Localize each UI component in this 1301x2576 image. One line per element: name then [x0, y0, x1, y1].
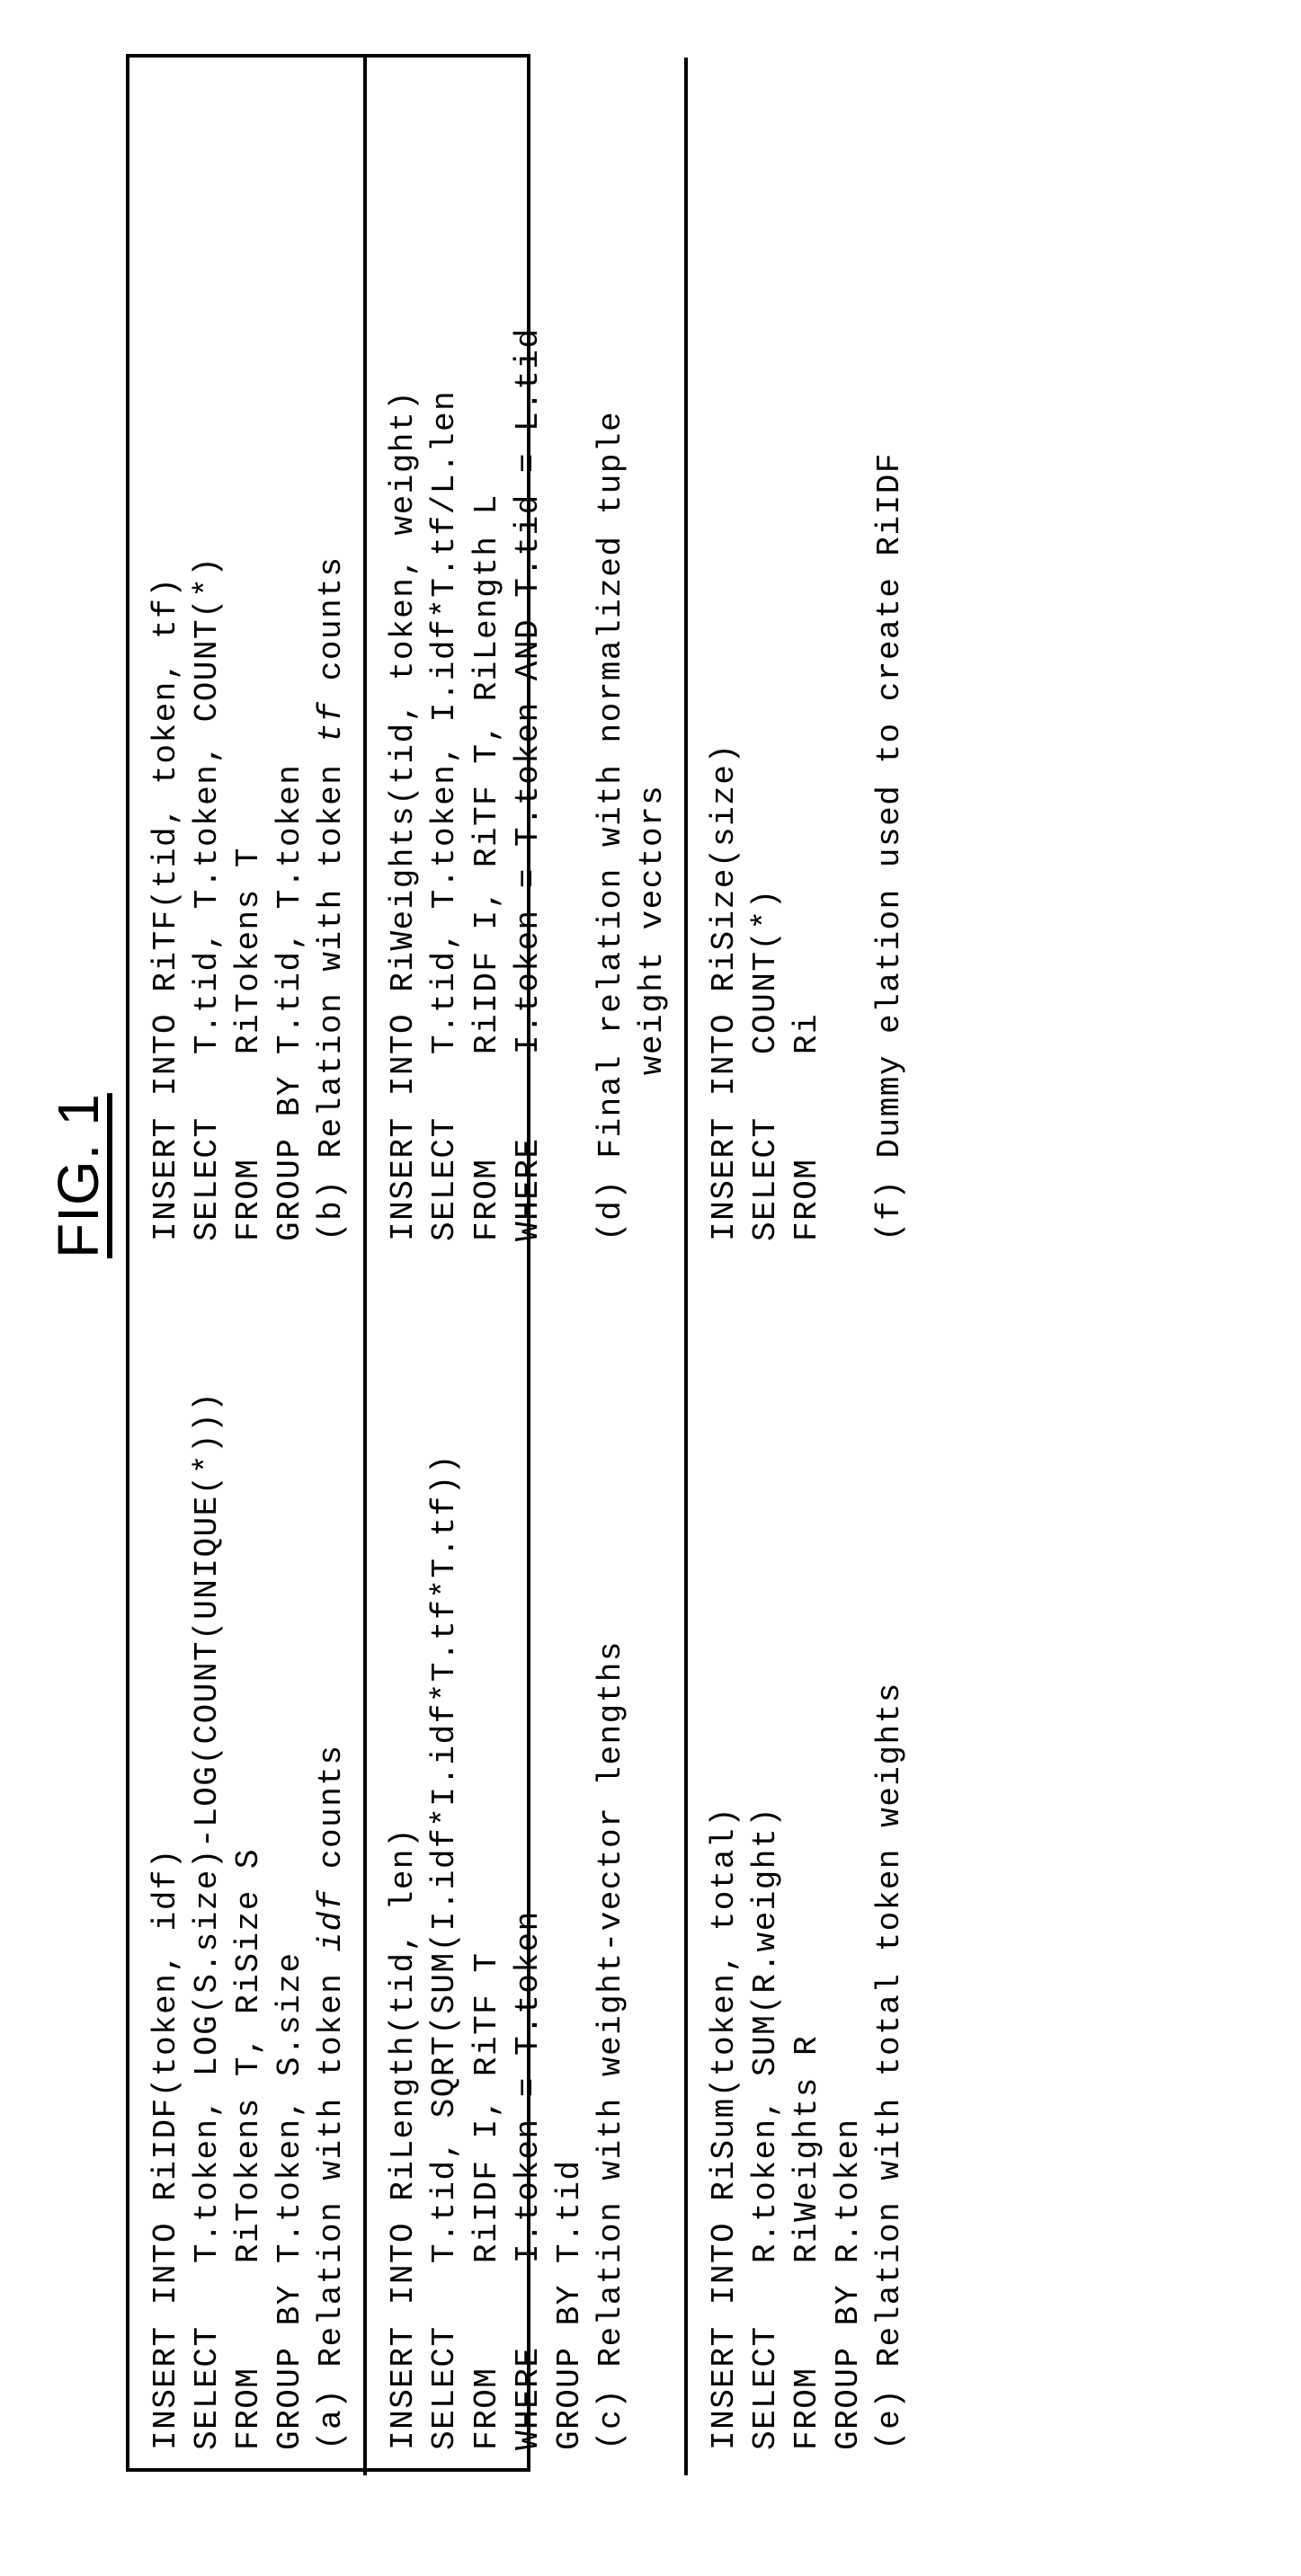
- block-e: INSERT INTO RiSum(token, total) SELECT R…: [688, 1266, 922, 2475]
- figure-frame: INSERT INTO RiIDF(token, idf) SELECT T.t…: [126, 54, 530, 2472]
- code-line: INSERT INTO RiIDF(token, idf): [147, 1848, 184, 2450]
- code-line: WHERE I.token = T.token: [510, 1910, 547, 2450]
- code-line: GROUP BY R.token: [830, 2118, 867, 2450]
- code-line: GROUP BY T.tid, T.token: [272, 764, 308, 1241]
- caption-c: (c) Relation with weight-vector lengths: [593, 1640, 629, 2450]
- code-line: SELECT T.tid, T.token, I.idf*T.tf/L.len: [426, 390, 463, 1241]
- code-line: SELECT T.tid, T.token, COUNT(*): [189, 556, 226, 1241]
- code-line: INSERT INTO RiWeights(tid, token, weight…: [385, 390, 422, 1241]
- code-line: FROM RiIDF I, RiTF T, RiLength L: [468, 493, 505, 1241]
- caption-text: (a) Relation with token: [313, 1952, 350, 2450]
- figure-label: FIG. 1: [45, 1093, 111, 1258]
- code-line: GROUP BY T.token, S.size: [272, 1952, 308, 2450]
- code-line: WHERE I.token = T.token AND T.tid = L.ti…: [510, 327, 547, 1241]
- code-line: SELECT COUNT(*): [747, 888, 784, 1241]
- caption-b: (b) Relation with token tf counts: [313, 556, 350, 1241]
- code-line: FROM RiWeights R: [789, 2035, 825, 2450]
- block-d: INSERT INTO RiWeights(tid, token, weight…: [367, 58, 684, 1266]
- block-f: INSERT INTO RiSize(size) SELECT COUNT(*)…: [688, 58, 922, 1266]
- block-b: INSERT INTO RiTF(tid, token, tf) SELECT …: [129, 58, 363, 1266]
- caption-f: (f) Dummy elation used to create RiIDF: [871, 452, 908, 1241]
- caption-text: counts: [313, 556, 350, 702]
- code-line: SELECT T.tid, SQRT(SUM(I.idf*I.idf*T.tf*…: [426, 1453, 463, 2450]
- caption-text: counts: [313, 1744, 350, 1889]
- caption-italic: idf: [313, 1889, 350, 1951]
- code-line: INSERT INTO RiSum(token, total): [706, 1807, 743, 2450]
- caption-e: (e) Relation with total token weights: [871, 1682, 908, 2450]
- row-2: INSERT INTO RiLength(tid, len) SELECT T.…: [367, 58, 688, 2475]
- block-a: INSERT INTO RiIDF(token, idf) SELECT T.t…: [129, 1266, 363, 2475]
- row-3: INSERT INTO RiSum(token, total) SELECT R…: [688, 58, 922, 2475]
- row-1: INSERT INTO RiIDF(token, idf) SELECT T.t…: [129, 58, 367, 2475]
- figure-content-rotated: INSERT INTO RiIDF(token, idf) SELECT T.t…: [129, 58, 534, 2475]
- code-line: FROM RiIDF I, RiTF T: [468, 1952, 505, 2450]
- code-line: INSERT INTO RiLength(tid, len): [385, 1827, 422, 2450]
- caption-italic: tf: [313, 701, 350, 742]
- code-line: [830, 1221, 867, 1241]
- caption-d-line2: weight vectors: [634, 785, 671, 1241]
- code-line: SELECT R.token, SUM(R.weight): [747, 1807, 784, 2450]
- code-line: INSERT INTO RiTF(tid, token, tf): [147, 577, 184, 1241]
- code-line: INSERT INTO RiSize(size): [706, 743, 743, 1241]
- code-line: FROM Ri: [789, 1013, 825, 1241]
- caption-a: (a) Relation with token idf counts: [313, 1744, 350, 2450]
- block-c: INSERT INTO RiLength(tid, len) SELECT T.…: [367, 1266, 684, 2475]
- code-line: FROM RiTokens T, RiSize S: [230, 1848, 267, 2450]
- code-line: FROM RiTokens T: [230, 847, 267, 1241]
- caption-d-line1: (d) Final relation with normalized tuple: [593, 411, 629, 1241]
- code-line: GROUP BY T.tid: [551, 2160, 588, 2450]
- caption-text: (b) Relation with token: [313, 743, 350, 1241]
- code-line: SELECT T.token, LOG(S.size)-LOG(COUNT(UN…: [189, 1391, 226, 2450]
